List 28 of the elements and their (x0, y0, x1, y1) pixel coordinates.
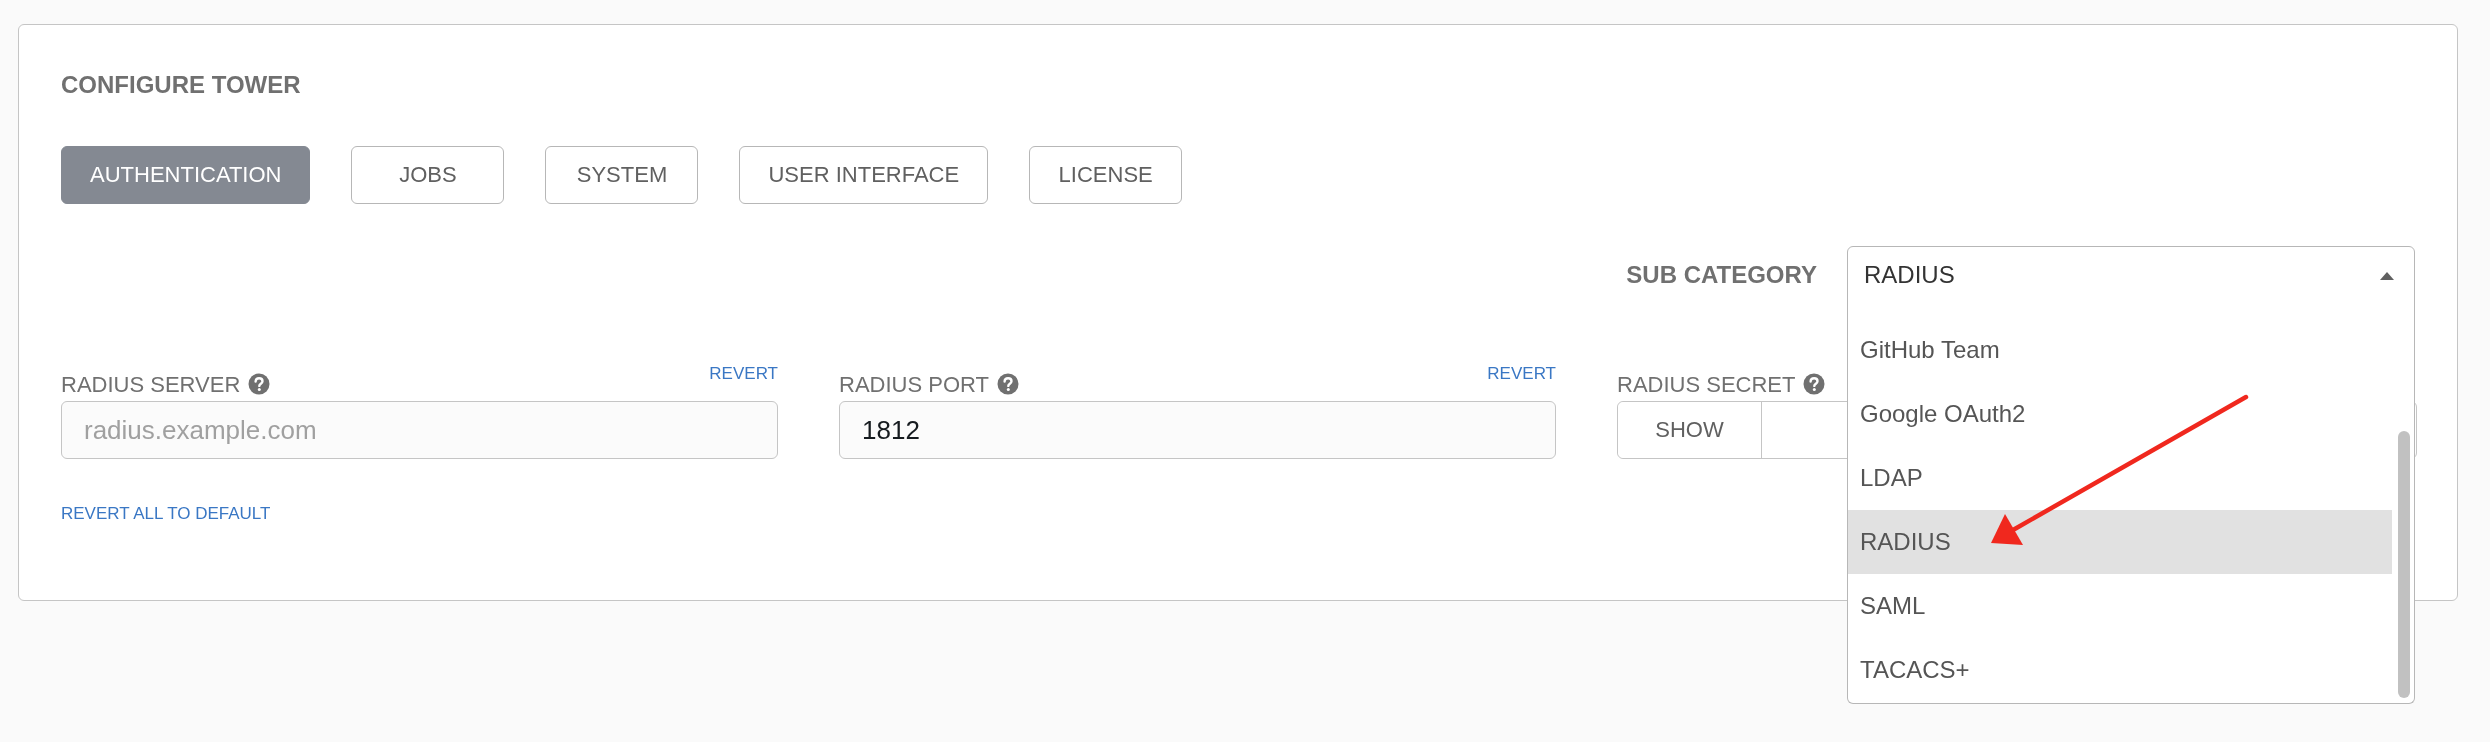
sub-category-label: SUB CATEGORY (1626, 261, 1817, 289)
input-field[interactable]: 1812 (839, 401, 1556, 459)
tab[interactable]: LICENSE (1029, 146, 1183, 204)
field-label: RADIUS SECRET (1617, 372, 1826, 398)
field-label: RADIUS SERVER (61, 372, 271, 398)
dropdown-option[interactable]: Google OAuth2 (1848, 382, 2392, 446)
tab[interactable]: JOBS (351, 146, 505, 204)
scrollbar-thumb[interactable] (2398, 431, 2410, 698)
dropdown-option[interactable]: GitHub Team (1848, 318, 2392, 382)
tab[interactable]: USER INTERFACE (739, 146, 989, 204)
dropdown-option[interactable]: LDAP (1848, 446, 2392, 510)
show-button[interactable]: SHOW (1618, 402, 1762, 458)
caret-icon (2380, 270, 2394, 280)
help-icon[interactable] (248, 373, 271, 395)
dropdown-option[interactable]: TACACS+ (1848, 638, 2392, 702)
sub-category-select[interactable]: RADIUS (1847, 246, 2415, 304)
revert-all-link[interactable]: REVERT ALL TO DEFAULT (61, 504, 271, 524)
dropdown-option[interactable]: RADIUS (1848, 510, 2392, 574)
revert-link[interactable]: REVERT (1487, 364, 1556, 384)
help-icon[interactable] (1803, 373, 1826, 395)
input-field[interactable]: radius.example.com (61, 401, 778, 459)
help-icon[interactable] (996, 373, 1019, 395)
dropdown-option[interactable]: SAML (1848, 574, 2392, 638)
revert-link[interactable]: REVERT (709, 364, 778, 384)
tab[interactable]: AUTHENTICATION (61, 146, 311, 204)
page-title: CONFIGURE TOWER (61, 71, 302, 99)
field-label: RADIUS PORT (839, 372, 1019, 398)
tab[interactable]: SYSTEM (545, 146, 699, 204)
